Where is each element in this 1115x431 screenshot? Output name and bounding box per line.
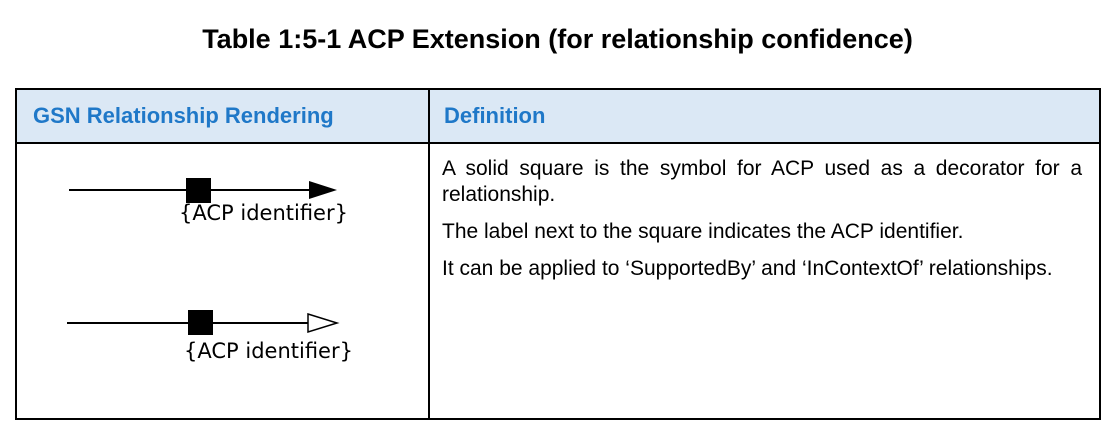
header-gsn-relationship-rendering: GSN Relationship Rendering — [33, 103, 334, 128]
hollow-arrowhead-icon — [307, 312, 340, 334]
acp-identifier-label: {ACP identifier} — [184, 339, 353, 363]
column-divider — [428, 90, 430, 418]
definition-cell: A solid square is the symbol for ACP use… — [442, 156, 1082, 293]
solid-arrowhead-icon — [309, 181, 337, 199]
rendering-cell: {ACP identifier} {ACP identifier} — [17, 144, 428, 418]
header-definition: Definition — [444, 103, 546, 128]
definition-paragraph: It can be applied to ‘SupportedBy’ and ‘… — [442, 257, 1053, 280]
table-caption: Table 1:5-1 ACP Extension (for relations… — [202, 24, 913, 54]
definition-paragraph: The label next to the square indicates t… — [442, 220, 964, 243]
acp-extension-table: GSN Relationship Rendering Definition {A… — [15, 88, 1101, 420]
definition-paragraph: A solid square is the symbol for ACP use… — [442, 157, 1082, 206]
acp-identifier-label: {ACP identifier} — [179, 201, 348, 225]
table-header-row: GSN Relationship Rendering Definition — [17, 90, 1099, 144]
relationship-symbols — [67, 178, 340, 335]
acp-square-icon — [188, 310, 213, 335]
in-context-of-acp-symbol — [67, 310, 340, 335]
